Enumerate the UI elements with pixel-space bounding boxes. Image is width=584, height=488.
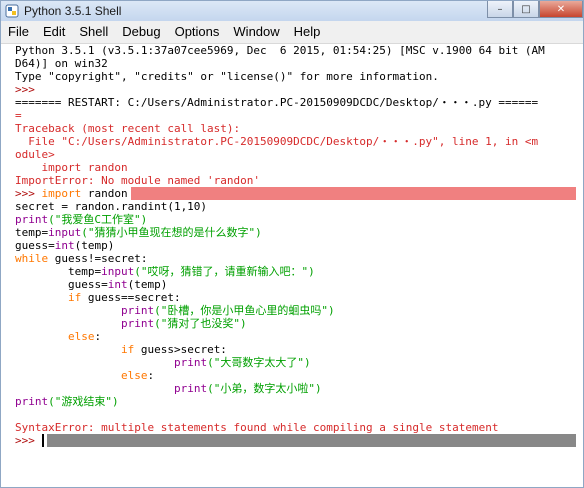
code-line: else: xyxy=(15,369,154,382)
builtin: print xyxy=(15,213,49,226)
code-text: guess==secret: xyxy=(81,291,181,304)
code-line: print("卧槽，你是小甲鱼心里的蛔虫吗") xyxy=(15,304,335,317)
string-literal: ("猜对了也没奖") xyxy=(154,317,247,330)
string-literal: ("大哥数字太大了") xyxy=(207,356,311,369)
close-button[interactable]: ✕ xyxy=(539,1,583,18)
menu-debug[interactable]: Debug xyxy=(115,21,167,43)
keyword: while xyxy=(15,252,49,265)
string-literal: ("哎呀，猜错了，请重新输入吧：") xyxy=(134,265,315,278)
title-bar[interactable]: Python 3.5.1 Shell – □ ✕ xyxy=(1,1,583,21)
keyword: else xyxy=(67,330,95,343)
code-line: secret = randon.randint(1,10) xyxy=(15,200,208,213)
banner-line: Type "copyright", "credits" or "license(… xyxy=(15,70,439,83)
keyword: if xyxy=(120,343,135,356)
code-line: print("小弟，数字太小啦") xyxy=(15,382,322,395)
shell-output-area[interactable]: Python 3.5.1 (v3.5.1:37a07cee5969, Dec 6… xyxy=(1,44,583,487)
code-line: print("大哥数字太大了") xyxy=(15,356,311,369)
code-line: temp=input("哎呀，猜错了，请重新输入吧：") xyxy=(15,265,315,278)
window-title: Python 3.5.1 Shell xyxy=(24,4,122,18)
string-literal: ("游戏结束") xyxy=(48,395,119,408)
menu-bar: File Edit Shell Debug Options Window Hel… xyxy=(1,21,583,44)
code-text: : xyxy=(147,369,155,382)
code-line: if guess>secret: xyxy=(15,343,227,356)
code-text: (temp) xyxy=(74,239,115,252)
menu-options[interactable]: Options xyxy=(168,21,227,43)
error-highlight xyxy=(131,187,576,200)
menu-file[interactable]: File xyxy=(1,21,36,43)
string-literal: ("小弟，数字太小啦") xyxy=(207,382,322,395)
python-idle-icon xyxy=(5,4,19,18)
code-line: else: xyxy=(15,330,101,343)
builtin: print xyxy=(120,317,155,330)
code-text: randon xyxy=(81,187,128,200)
traceback-line: File "C:/Users/Administrator.PC-20150909… xyxy=(15,135,539,148)
builtin: print xyxy=(173,382,208,395)
maximize-button[interactable]: □ xyxy=(513,1,539,18)
keyword: else xyxy=(120,369,148,382)
code-line: print("猜对了也没奖") xyxy=(15,317,247,330)
code-line: guess=int(temp) xyxy=(15,278,167,291)
code-text: guess>secret: xyxy=(134,343,227,356)
shell-prompt: >>> xyxy=(15,434,42,447)
keyword: import xyxy=(41,187,82,200)
code-line: guess=int(temp) xyxy=(15,239,114,252)
keyword: if xyxy=(67,291,82,304)
banner-line: Python 3.5.1 (v3.5.1:37a07cee5969, Dec 6… xyxy=(15,44,545,57)
code-text: guess= xyxy=(15,278,108,291)
builtin: print xyxy=(15,395,49,408)
menu-edit[interactable]: Edit xyxy=(36,21,72,43)
string-literal: ("我爱鱼C工作室") xyxy=(48,213,148,226)
code-line: if guess==secret: xyxy=(15,291,181,304)
code-text: temp= xyxy=(15,226,49,239)
shell-prompt: >>> xyxy=(15,187,42,200)
builtin: int xyxy=(54,239,75,252)
traceback-line: Traceback (most recent call last): xyxy=(15,122,241,135)
restart-banner-wrap: = xyxy=(15,109,22,122)
code-text: : xyxy=(94,330,102,343)
text-cursor[interactable] xyxy=(42,434,44,447)
string-literal: ("猜猜小甲鱼现在想的是什么数字") xyxy=(81,226,262,239)
code-text: guess= xyxy=(15,239,55,252)
traceback-line: odule> xyxy=(15,148,55,161)
code-text: temp= xyxy=(15,265,102,278)
restart-banner: ======= RESTART: C:/Users/Administrator.… xyxy=(15,96,539,109)
shell-prompt: >>> xyxy=(15,83,42,96)
builtin: print xyxy=(173,356,208,369)
code-line: >>> import randon xyxy=(15,187,128,200)
banner-line: D64)] on win32 xyxy=(15,57,108,70)
window-controls: – □ ✕ xyxy=(487,1,583,19)
builtin: input xyxy=(48,226,82,239)
builtin: print xyxy=(120,304,155,317)
traceback-line: import randon xyxy=(15,161,128,174)
menu-window[interactable]: Window xyxy=(226,21,286,43)
code-line: temp=input("猜猜小甲鱼现在想的是什么数字") xyxy=(15,226,262,239)
code-line: while guess!=secret: xyxy=(15,252,147,265)
code-line: print("游戏结束") xyxy=(15,395,119,408)
code-text: (temp) xyxy=(127,278,168,291)
menu-help[interactable]: Help xyxy=(287,21,328,43)
current-line-highlight xyxy=(47,434,576,447)
syntax-error-line: SyntaxError: multiple statements found w… xyxy=(15,421,499,434)
builtin: int xyxy=(107,278,128,291)
string-literal: ("卧槽，你是小甲鱼心里的蛔虫吗") xyxy=(154,304,335,317)
code-line: print("我爱鱼C工作室") xyxy=(15,213,147,226)
import-error-line: ImportError: No module named 'randon' xyxy=(15,174,261,187)
builtin: input xyxy=(101,265,135,278)
menu-shell[interactable]: Shell xyxy=(72,21,115,43)
minimize-button[interactable]: – xyxy=(487,1,513,18)
code-text: guess!=secret: xyxy=(48,252,148,265)
idle-shell-window: Python 3.5.1 Shell – □ ✕ File Edit Shell… xyxy=(0,0,584,488)
